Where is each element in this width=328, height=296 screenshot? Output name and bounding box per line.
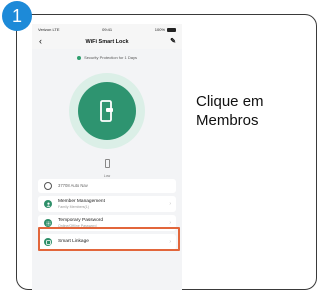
status-right: 100%	[155, 27, 176, 32]
battery-label: Low	[103, 174, 111, 178]
nav-bar: ‹ WiFi Smart Lock ✎	[32, 35, 182, 49]
unlock-button[interactable]	[78, 82, 136, 140]
chevron-right-icon: ›	[169, 201, 171, 207]
back-icon[interactable]: ‹	[39, 37, 42, 46]
security-status-text: Security Protection for 1 Days	[84, 55, 138, 60]
instruction-line-2: Membros	[196, 112, 259, 129]
status-bar: Verizon LTE 09:41 100%	[32, 24, 182, 35]
lock-button-halo	[69, 73, 145, 149]
list-item-member-management[interactable]: Member Management Family Members(1) ›	[38, 196, 176, 212]
list-item-auto-nav[interactable]: 37708 Auto Nav	[38, 179, 176, 193]
chevron-right-icon: ›	[169, 220, 171, 226]
user-icon	[44, 200, 52, 208]
battery-icon	[167, 27, 176, 32]
link-icon	[44, 182, 52, 190]
door-lock-icon	[100, 100, 113, 122]
instruction-text: Clique em Membros	[196, 92, 306, 130]
battery-status: Low	[32, 155, 182, 178]
keypad-icon	[44, 219, 52, 227]
step-number-badge: 1	[2, 1, 32, 31]
list-item-subtitle: Family Members(1)	[58, 204, 89, 209]
carrier-label: Verizon LTE	[38, 27, 60, 32]
status-dot-icon	[76, 55, 81, 60]
instruction-line-1: Clique em	[196, 93, 264, 110]
security-status: Security Protection for 1 Days	[32, 55, 182, 61]
edit-icon[interactable]: ✎	[170, 38, 176, 45]
clock: 09:41	[102, 27, 113, 32]
battery-percent: 100%	[154, 27, 165, 32]
member-management-highlight	[38, 227, 180, 251]
nav-title: WiFi Smart Lock	[85, 39, 129, 45]
list-item-title: 37708 Auto Nav	[58, 183, 88, 188]
battery-level-icon	[104, 159, 110, 168]
